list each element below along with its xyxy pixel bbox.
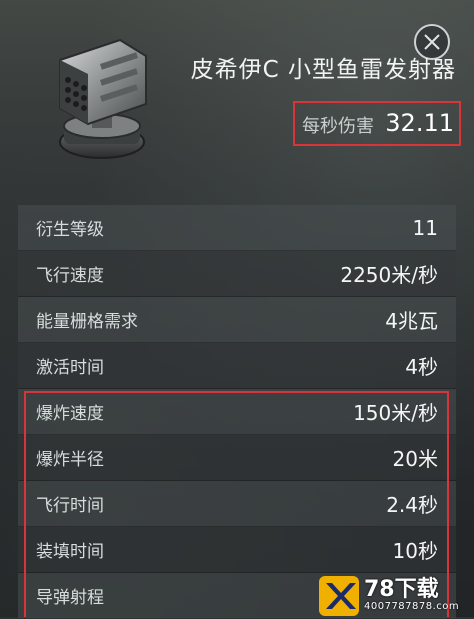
stat-value: 4兆瓦 [385,309,438,333]
item-name: 皮希伊C 小型鱼雷发射器 [190,57,456,83]
watermark-title: 78下载 [364,577,439,602]
stat-value: 2250米/秒 [340,263,438,287]
stat-value: 11 [412,215,438,240]
78-logo-icon [319,576,359,616]
torpedo-launcher-icon [59,38,147,159]
stat-row-powergrid: 能量栅格需求 4兆瓦 [18,297,456,343]
close-button[interactable] [414,24,450,60]
stat-value: 4秒 [405,355,438,379]
watermark-url: 4007787878.com [364,601,460,612]
stat-label: 飞行速度 [36,266,104,286]
item-info-panel: 皮希伊C 小型鱼雷发射器 每秒伤害 32.11 衍生等级 11 飞行速度 225… [0,0,474,619]
stat-row-tech-level: 衍生等级 11 [18,205,456,251]
stat-row-activation-time: 激活时间 4秒 [18,343,456,389]
dps-value: 32.11 [385,109,454,137]
stat-label: 衍生等级 [36,220,104,240]
dps-label: 每秒伤害 [302,116,374,137]
close-icon [424,34,440,50]
stat-label: 能量栅格需求 [36,312,138,332]
stat-row-flight-speed: 飞行速度 2250米/秒 [18,251,456,297]
watermark: 78下载 4007787878.com [318,575,474,617]
stat-label: 激活时间 [36,358,104,378]
